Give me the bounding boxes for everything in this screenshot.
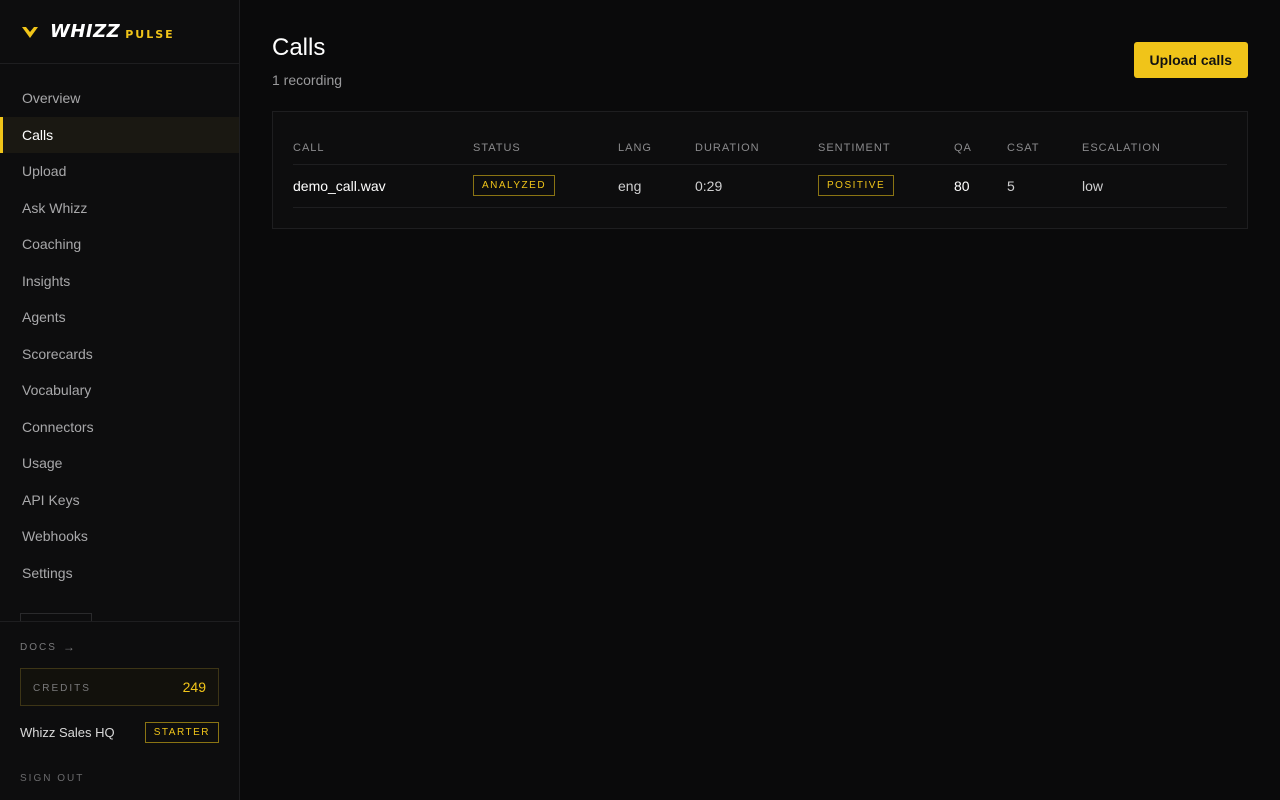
sentiment-badge: POSITIVE bbox=[818, 175, 895, 196]
column-header-escalation[interactable]: ESCALATION bbox=[1082, 132, 1227, 165]
sidebar-footer: DOCS → CREDITS 249 Whizz Sales HQ STARTE… bbox=[0, 621, 239, 784]
plan-badge: STARTER bbox=[144, 722, 219, 743]
table-header-row: CALL STATUS LANG DURATION SENTIMENT QA C… bbox=[293, 132, 1227, 165]
sidebar-item-agents[interactable]: Agents bbox=[0, 299, 239, 336]
calls-table: CALL STATUS LANG DURATION SENTIMENT QA C… bbox=[293, 132, 1227, 208]
upload-calls-button[interactable]: Upload calls bbox=[1133, 42, 1248, 78]
sidebar-item-label: Ask Whizz bbox=[22, 199, 88, 216]
sidebar-nav: Overview Calls Upload Ask Whizz Coaching… bbox=[0, 64, 239, 591]
sidebar-item-overview[interactable]: Overview bbox=[0, 80, 239, 117]
sidebar-item-coaching[interactable]: Coaching bbox=[0, 226, 239, 263]
sidebar-item-label: Agents bbox=[22, 309, 66, 326]
sidebar-item-label: API Keys bbox=[22, 491, 80, 508]
column-header-duration[interactable]: DURATION bbox=[695, 132, 818, 165]
sidebar-item-label: Calls bbox=[22, 126, 54, 143]
credits-box: CREDITS 249 bbox=[20, 668, 219, 706]
column-header-call[interactable]: CALL bbox=[293, 132, 473, 165]
sidebar: WHIZZ PULSE Overview Calls Upload Ask Wh… bbox=[0, 0, 240, 800]
sidebar-item-label: Overview bbox=[22, 90, 81, 107]
column-header-sentiment[interactable]: SENTIMENT bbox=[818, 132, 954, 165]
sidebar-item-label: Settings bbox=[22, 564, 73, 581]
brand-sub: PULSE bbox=[125, 28, 175, 41]
status-badge: ANALYZED bbox=[473, 175, 556, 196]
sidebar-item-label: Connectors bbox=[22, 418, 94, 435]
sidebar-item-upload[interactable]: Upload bbox=[0, 153, 239, 190]
cell-lang: eng bbox=[618, 164, 695, 208]
brand[interactable]: WHIZZ PULSE bbox=[0, 0, 239, 64]
cell-csat: 5 bbox=[1007, 164, 1082, 208]
column-header-status[interactable]: STATUS bbox=[473, 132, 618, 165]
page-title: Calls bbox=[272, 34, 326, 61]
org-name: Whizz Sales HQ bbox=[20, 725, 115, 740]
sidebar-item-label: Coaching bbox=[22, 236, 82, 253]
column-header-lang[interactable]: LANG bbox=[618, 132, 695, 165]
arrow-right-icon: → bbox=[62, 640, 75, 654]
sidebar-item-api-keys[interactable]: API Keys bbox=[0, 482, 239, 519]
page-header: Calls 1 recording Upload calls bbox=[272, 32, 1248, 88]
sidebar-item-ask-whizz[interactable]: Ask Whizz bbox=[0, 190, 239, 227]
calls-table-card: CALL STATUS LANG DURATION SENTIMENT QA C… bbox=[272, 111, 1248, 229]
column-header-csat[interactable]: CSAT bbox=[1007, 132, 1082, 165]
sidebar-item-label: Vocabulary bbox=[22, 382, 92, 399]
cell-status: ANALYZED bbox=[473, 164, 618, 208]
table-row[interactable]: demo_call.wav ANALYZED eng 0:29 POSITIVE… bbox=[293, 164, 1227, 208]
sidebar-item-calls[interactable]: Calls bbox=[0, 116, 239, 153]
sidebar-item-label: Insights bbox=[22, 272, 71, 289]
docs-link[interactable]: DOCS → bbox=[20, 640, 219, 654]
cell-qa: 80 bbox=[954, 164, 1007, 208]
sign-out-link[interactable]: SIGN OUT bbox=[20, 773, 219, 784]
org-row: Whizz Sales HQ STARTER bbox=[20, 722, 219, 743]
logo-chevron-icon bbox=[22, 26, 38, 38]
page-subtitle: 1 recording bbox=[272, 72, 343, 88]
sidebar-item-vocabulary[interactable]: Vocabulary bbox=[0, 372, 239, 409]
sidebar-item-settings[interactable]: Settings bbox=[0, 555, 239, 592]
sidebar-item-insights[interactable]: Insights bbox=[0, 263, 239, 300]
cell-call[interactable]: demo_call.wav bbox=[293, 164, 473, 208]
cell-escalation: low bbox=[1082, 164, 1227, 208]
sidebar-item-label: Usage bbox=[22, 455, 63, 472]
cell-sentiment: POSITIVE bbox=[818, 164, 954, 208]
cell-duration: 0:29 bbox=[695, 164, 818, 208]
brand-name: WHIZZ bbox=[50, 21, 121, 42]
sidebar-item-usage[interactable]: Usage bbox=[0, 445, 239, 482]
sidebar-item-connectors[interactable]: Connectors bbox=[0, 409, 239, 446]
sidebar-item-label: Upload bbox=[22, 163, 67, 180]
nav-overflow-edge bbox=[20, 613, 92, 621]
docs-label: DOCS bbox=[20, 641, 57, 653]
sidebar-item-label: Webhooks bbox=[22, 528, 88, 545]
credits-label: CREDITS bbox=[33, 683, 91, 694]
column-header-qa[interactable]: QA bbox=[954, 132, 1007, 165]
sidebar-item-label: Scorecards bbox=[22, 345, 93, 362]
sidebar-item-scorecards[interactable]: Scorecards bbox=[0, 336, 239, 373]
credits-value: 249 bbox=[182, 679, 206, 695]
sidebar-item-webhooks[interactable]: Webhooks bbox=[0, 518, 239, 555]
main-content: Calls 1 recording Upload calls CALL STAT… bbox=[240, 0, 1280, 800]
